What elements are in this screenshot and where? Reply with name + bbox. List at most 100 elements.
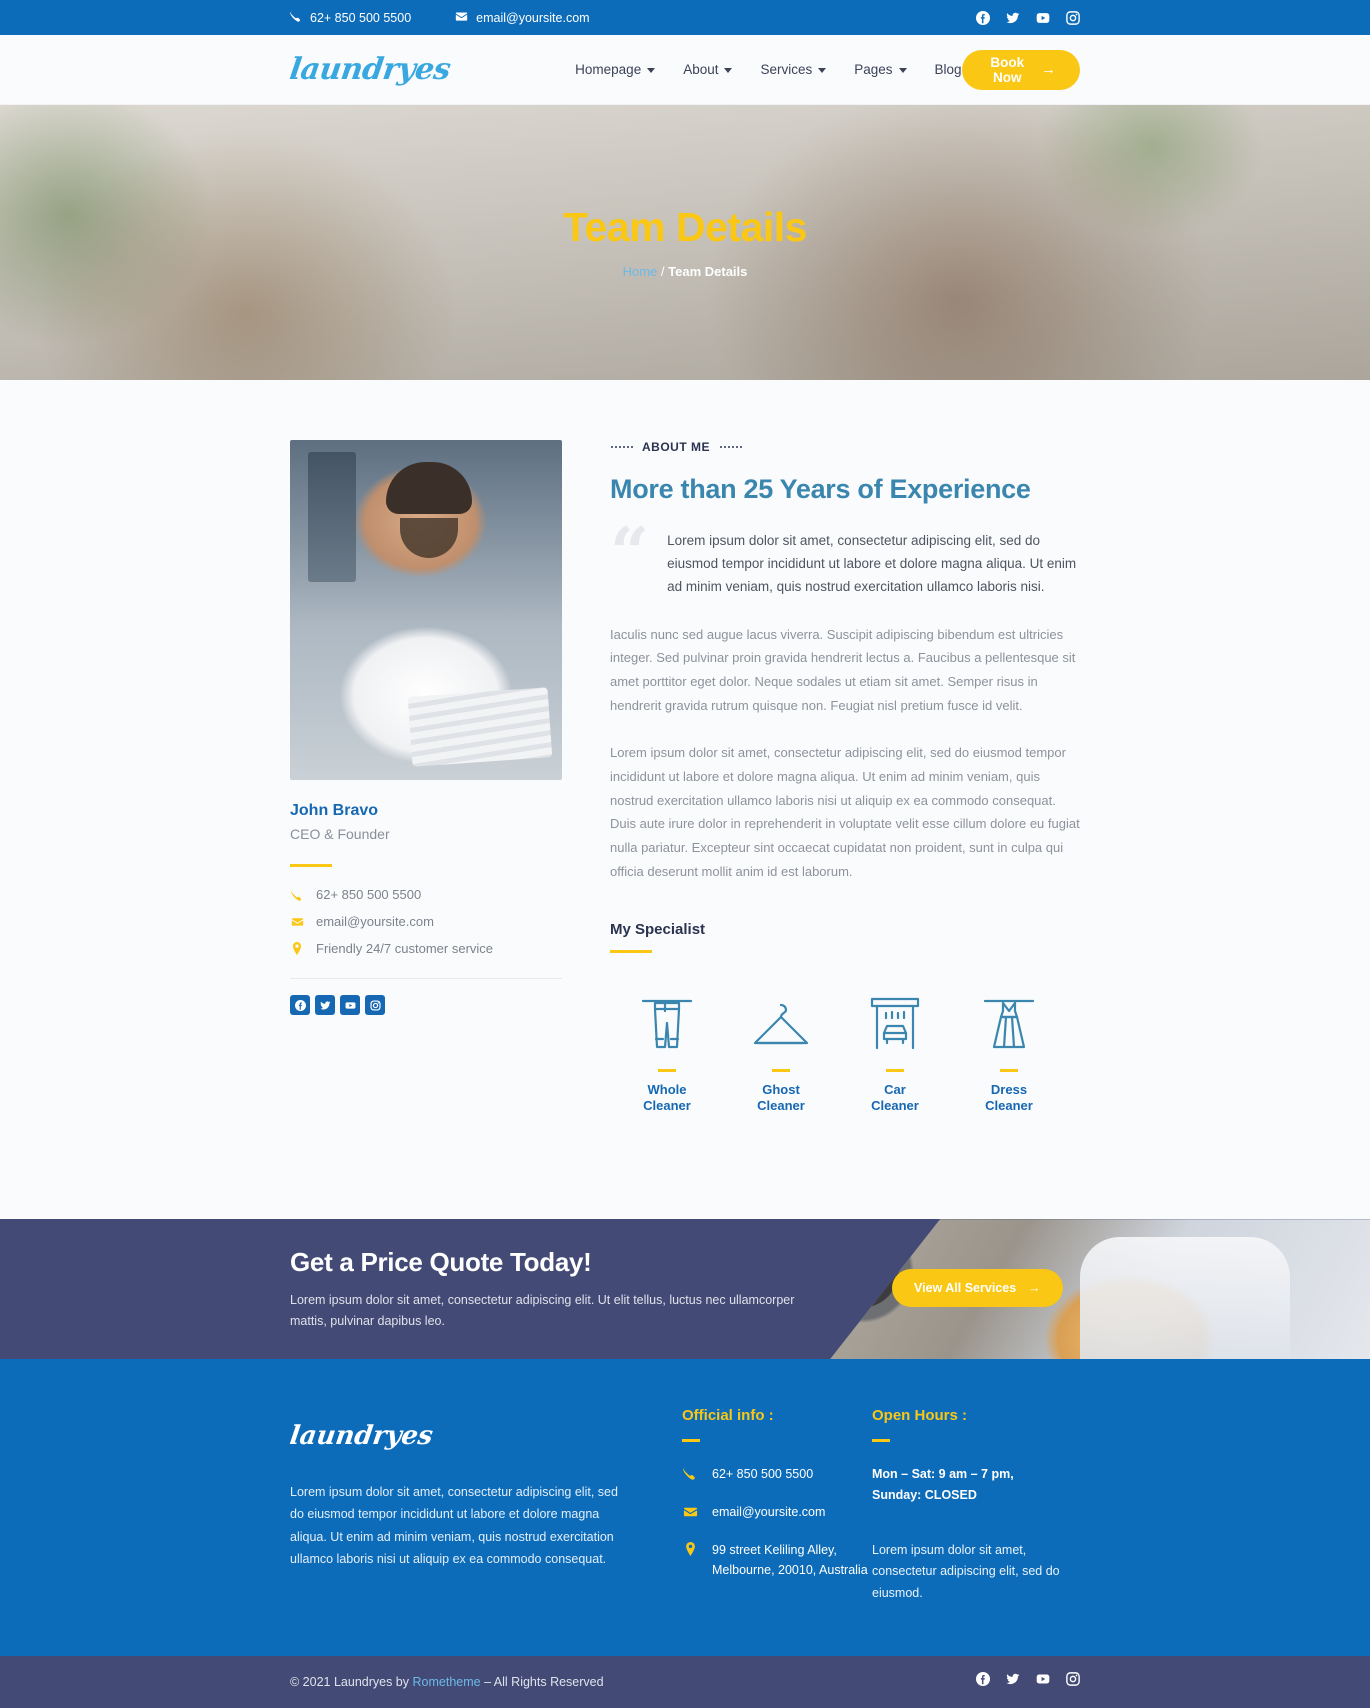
view-all-services-button[interactable]: View All Services → (892, 1269, 1063, 1308)
about-quote: “ Lorem ipsum dolor sit amet, consectetu… (610, 513, 1080, 599)
specialist-item-label: Ghost Cleaner (724, 1082, 838, 1115)
about-eyebrow: ABOUT ME (610, 440, 1080, 454)
footer-phone-text: 62+ 850 500 5500 (712, 1466, 814, 1481)
contact-text: 62+ 850 500 5500 (316, 887, 422, 902)
specialist-item-dress-cleaner[interactable]: Dress Cleaner (952, 993, 1066, 1114)
chevron-down-icon (724, 68, 733, 73)
chevron-down-icon (898, 68, 907, 73)
nav-item-services[interactable]: Services (760, 62, 827, 77)
profile-name: John Bravo (290, 802, 379, 819)
instagram-icon[interactable] (365, 995, 385, 1015)
footer-official-heading: Official info : (682, 1407, 774, 1425)
twitter-icon[interactable] (1006, 1672, 1020, 1691)
profile-separator (290, 978, 562, 979)
youtube-icon[interactable] (1036, 11, 1050, 25)
clothes-hanger-icon (724, 993, 838, 1055)
specialist-grid: Whole Cleaner Ghost Cleaner Car Cleaner … (610, 993, 1080, 1114)
specialist-item-divider (772, 1069, 790, 1072)
topbar-phone-text: 62+ 850 500 5500 (310, 10, 412, 25)
breadcrumb: Home / Team Details (623, 264, 748, 279)
footer-email-row[interactable]: email@yoursite.com (682, 1502, 872, 1522)
copyright-suffix: – All Rights Reserved (480, 1674, 604, 1689)
arrow-right-icon: → (1028, 1281, 1041, 1296)
nav-label: About (683, 62, 719, 77)
footer-heading-divider (872, 1439, 890, 1442)
profile-social-links (290, 995, 562, 1015)
site-footer: laundryes Lorem ipsum dolor sit amet, co… (0, 1359, 1370, 1656)
breadcrumb-separator: / (657, 263, 669, 279)
profile-contact-phone[interactable]: 62+ 850 500 5500 (290, 887, 562, 902)
quote-mark-icon: “ (610, 513, 650, 593)
cta-button-label: View All Services (914, 1281, 1017, 1296)
youtube-icon[interactable] (340, 995, 360, 1015)
footer-description: Lorem ipsum dolor sit amet, consectetur … (290, 1485, 618, 1566)
site-header: laundryes Homepage About Services Pages … (0, 35, 1370, 105)
cta-subtitle: Lorem ipsum dolor sit amet, consectetur … (290, 1293, 795, 1328)
price-quote-cta: Get a Price Quote Today! Lorem ipsum dol… (0, 1219, 1370, 1360)
nav-label: Homepage (575, 62, 642, 77)
site-logo[interactable]: laundryes (288, 52, 453, 87)
specialist-label-line1: Ghost (762, 1081, 800, 1097)
copyright-prefix: © 2021 Laundryes by (290, 1674, 413, 1689)
photo-detail-towels (407, 687, 553, 767)
facebook-icon[interactable] (976, 1672, 990, 1691)
footer-hours-heading: Open Hours : (872, 1407, 968, 1425)
book-now-label: Book Now (990, 54, 1025, 85)
facebook-icon[interactable] (976, 10, 990, 25)
twitter-icon[interactable] (315, 995, 335, 1015)
hanging-dress-icon (952, 993, 1066, 1055)
facebook-icon[interactable] (290, 995, 310, 1015)
breadcrumb-home-link[interactable]: Home (623, 264, 658, 279)
youtube-icon[interactable] (1036, 1672, 1050, 1691)
hanging-pants-icon (610, 993, 724, 1055)
photo-detail-beard (400, 518, 458, 558)
copyright-text: © 2021 Laundryes by Rometheme – All Righ… (290, 1675, 604, 1689)
profile-card: John Bravo CEO & Founder 62+ 850 500 550… (290, 440, 562, 1114)
chevron-down-icon (647, 68, 656, 73)
specialist-label-line2: Cleaner (985, 1097, 1033, 1113)
nav-item-blog[interactable]: Blog (935, 62, 962, 77)
nav-item-pages[interactable]: Pages (854, 62, 907, 77)
dotted-line-right-icon (719, 446, 742, 448)
specialist-label-line2: Cleaner (643, 1097, 691, 1113)
instagram-icon[interactable] (1066, 10, 1080, 25)
breadcrumb-current: Team Details (668, 263, 748, 279)
profile-contact-email[interactable]: email@yoursite.com (290, 914, 562, 929)
footer-heading-divider (682, 1439, 700, 1442)
nav-label: Pages (854, 62, 893, 77)
topbar-phone[interactable]: 62+ 850 500 5500 (290, 10, 411, 25)
nav-item-about[interactable]: About (683, 62, 733, 77)
main-navigation: Homepage About Services Pages Blog (575, 62, 961, 77)
rometheme-link[interactable]: Rometheme (413, 1675, 481, 1689)
about-paragraph-2: Lorem ipsum dolor sit amet, consectetur … (610, 745, 1080, 879)
instagram-icon[interactable] (1066, 1672, 1080, 1691)
profile-divider (290, 864, 332, 867)
book-now-button[interactable]: Book Now → (961, 49, 1080, 90)
footer-bottom-bar: © 2021 Laundryes by Rometheme – All Righ… (0, 1655, 1370, 1708)
specialist-item-label: Dress Cleaner (952, 1082, 1066, 1115)
specialist-item-divider (886, 1069, 904, 1072)
specialist-item-divider (1000, 1069, 1018, 1072)
specialist-item-car-cleaner[interactable]: Car Cleaner (838, 993, 952, 1114)
footer-logo[interactable]: laundryes (288, 1421, 622, 1451)
topbar-email[interactable]: email@yoursite.com (455, 10, 590, 26)
specialist-item-label: Whole Cleaner (610, 1082, 724, 1115)
hero-banner: Team Details Home / Team Details (0, 105, 1370, 380)
chevron-down-icon (818, 68, 827, 73)
specialist-item-ghost-cleaner[interactable]: Ghost Cleaner (724, 993, 838, 1114)
specialist-item-divider (658, 1069, 676, 1072)
about-paragraph-1: Iaculis nunc sed augue lacus viverra. Su… (610, 626, 1076, 713)
main-content: John Bravo CEO & Founder 62+ 850 500 550… (0, 380, 1370, 1220)
about-eyebrow-label: ABOUT ME (642, 440, 710, 454)
topbar-email-text: email@yoursite.com (476, 10, 590, 25)
nav-item-homepage[interactable]: Homepage (575, 62, 656, 77)
photo-detail-hair (386, 462, 472, 514)
footer-phone-row[interactable]: 62+ 850 500 5500 (682, 1464, 872, 1484)
phone-icon (682, 1464, 698, 1480)
specialist-label-line2: Cleaner (757, 1097, 805, 1113)
twitter-icon[interactable] (1006, 11, 1020, 25)
about-heading: More than 25 Years of Experience (610, 474, 1031, 504)
profile-role: CEO & Founder (290, 826, 390, 842)
footer-social-links (976, 1672, 1080, 1691)
specialist-item-whole-cleaner[interactable]: Whole Cleaner (610, 993, 724, 1114)
